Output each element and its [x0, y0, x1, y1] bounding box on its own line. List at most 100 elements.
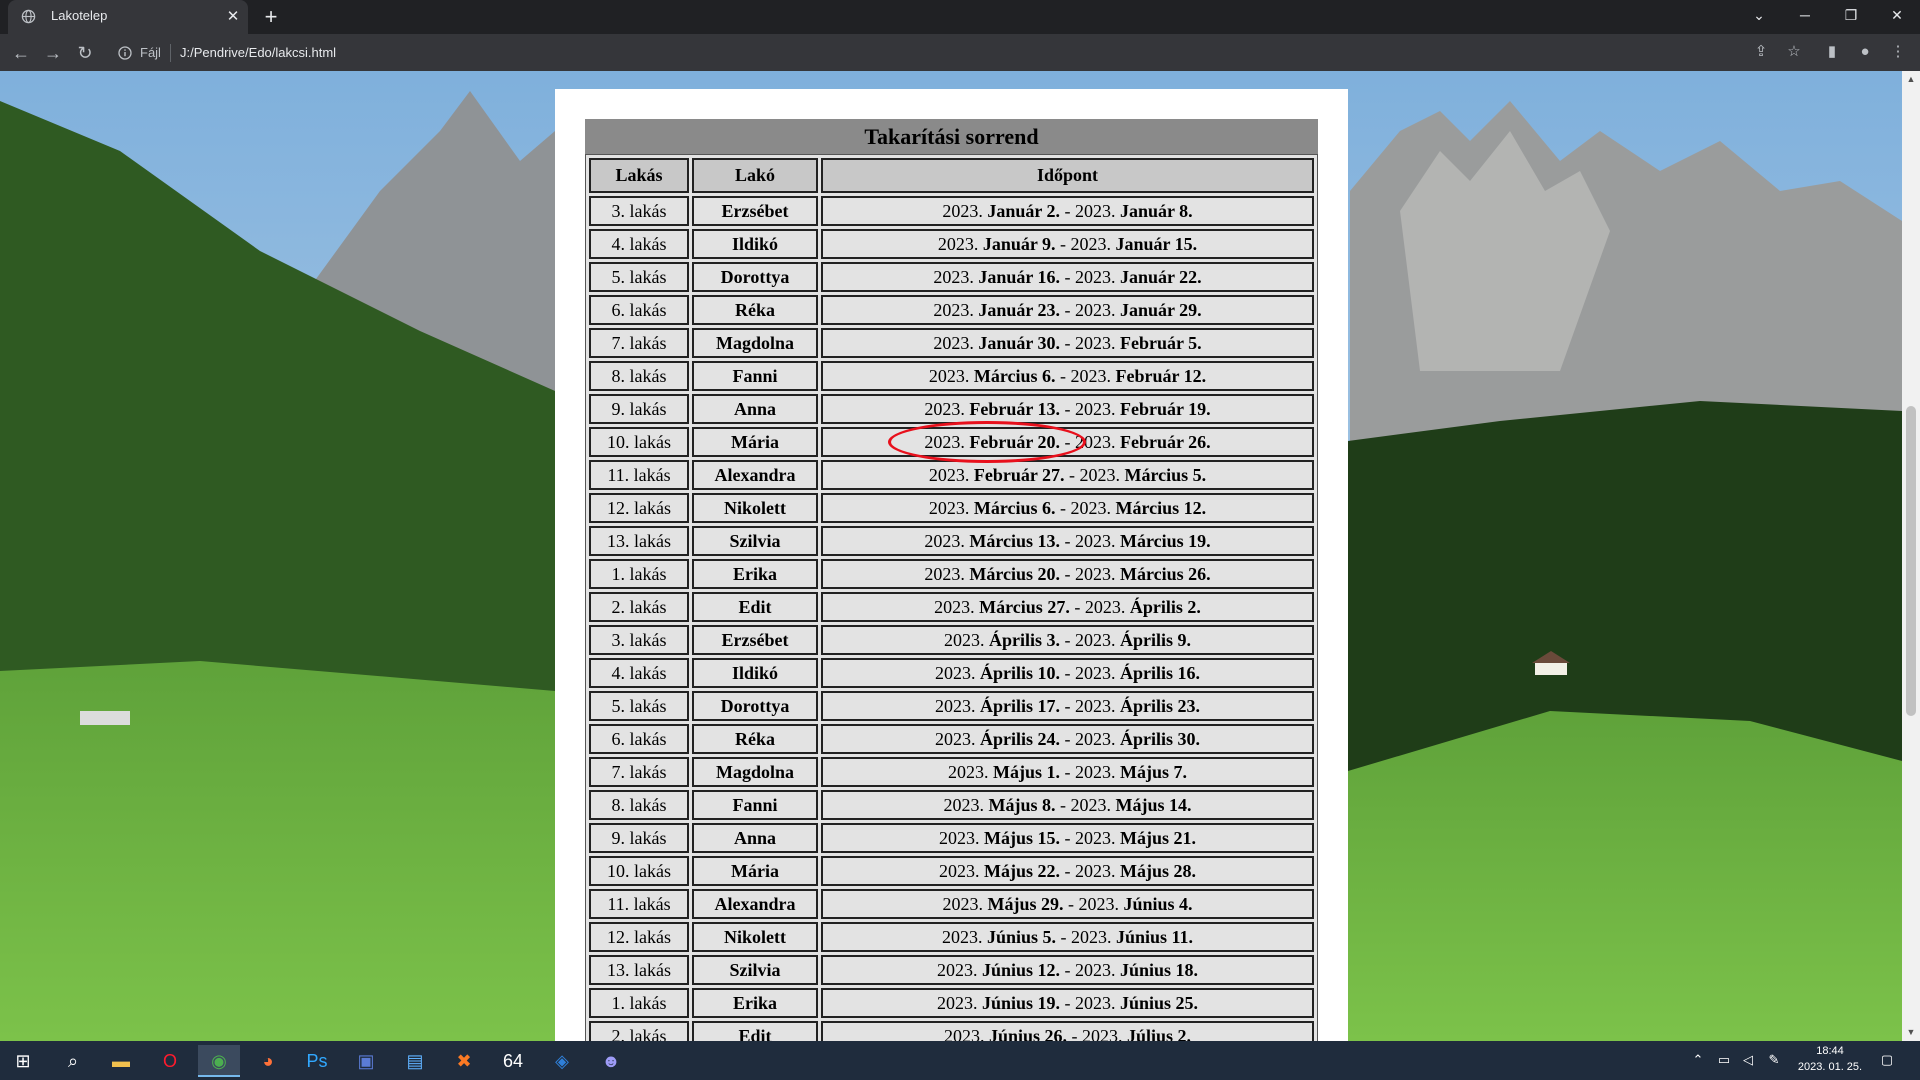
end-year: 2023.	[1075, 992, 1116, 1013]
scroll-down-arrow-icon[interactable]: ▼	[1902, 1024, 1920, 1041]
resident-cell: Mária	[692, 427, 818, 457]
tab-search-icon[interactable]: ⌄	[1736, 0, 1782, 30]
volume-icon[interactable]: ◁	[1739, 1051, 1757, 1069]
table-row: 10. lakás Mária 2023. Május 22. - 2023. Má…	[589, 856, 1314, 886]
end-date: Április 23.	[1120, 695, 1201, 716]
profile-icon[interactable]: ●	[1855, 42, 1875, 62]
resident-cell: Alexandra	[692, 889, 818, 919]
date-cell: 2023. Június 19. - 2023. Június 25.	[821, 988, 1314, 1018]
minimize-button[interactable]: ─	[1782, 0, 1828, 30]
notepad-app-icon[interactable]: ▤	[394, 1045, 436, 1077]
remote-app-icon[interactable]: ◈	[541, 1045, 583, 1077]
network-icon[interactable]: ▭	[1715, 1051, 1733, 1069]
start-year: 2023.	[933, 266, 974, 287]
photoshop-icon[interactable]: Ps	[296, 1045, 338, 1077]
close-window-button[interactable]: ✕	[1874, 0, 1920, 30]
flat-cell: 4. lakás	[589, 658, 689, 688]
file-explorer-icon[interactable]: ▬	[100, 1045, 142, 1077]
vertical-scrollbar[interactable]: ▲ ▼	[1902, 71, 1920, 1041]
resident-cell: Erzsébet	[692, 625, 818, 655]
search-button[interactable]: ⌕	[52, 1045, 94, 1077]
end-year: 2023.	[1075, 398, 1116, 419]
share-icon[interactable]: ⇪	[1751, 42, 1771, 62]
end-year: 2023.	[1082, 1025, 1123, 1042]
url-text[interactable]: J:/Pendrive/Edo/lakcsi.html	[180, 45, 336, 60]
restore-button[interactable]: ❐	[1828, 0, 1874, 30]
notifications-icon[interactable]: ▢	[1878, 1051, 1896, 1069]
flat-cell: 11. lakás	[589, 460, 689, 490]
start-year: 2023.	[933, 332, 974, 353]
resident-cell: Erzsébet	[692, 196, 818, 226]
start-date: Május 22.	[984, 860, 1060, 881]
end-date: Április 16.	[1120, 662, 1201, 683]
date-cell: 2023. Március 13. - 2023. Március 19.	[821, 526, 1314, 556]
start-button[interactable]: ⊞	[2, 1045, 44, 1077]
start-year: 2023.	[924, 398, 965, 419]
start-year: 2023.	[928, 497, 970, 518]
forward-arrow-icon[interactable]: →	[41, 41, 65, 65]
save-disk-icon[interactable]: ▣	[345, 1045, 387, 1077]
tray-chevron-icon[interactable]: ⌃	[1689, 1051, 1707, 1069]
scrollbar-thumb[interactable]	[1906, 406, 1916, 716]
end-year: 2023.	[1075, 761, 1116, 782]
back-arrow-icon[interactable]: ←	[9, 41, 33, 65]
start-date: Június 5.	[986, 926, 1056, 947]
xampp-icon[interactable]: ✖	[443, 1045, 485, 1077]
chrome-icon[interactable]: ◉	[198, 1045, 240, 1077]
end-date: Március 19.	[1120, 530, 1211, 551]
app-64-icon[interactable]: 64	[492, 1045, 534, 1077]
clock-time[interactable]: 18:44	[1808, 1045, 1852, 1057]
start-year: 2023.	[937, 233, 979, 254]
date-cell: 2023. Február 13. - 2023. Február 19.	[821, 394, 1314, 424]
date-cell: 2023. Március 20. - 2023. Március 26.	[821, 559, 1314, 589]
firefox-icon[interactable]: ◕	[247, 1045, 289, 1077]
browser-tab[interactable]: Lakotelep ✕	[8, 0, 248, 34]
end-year: 2023.	[1079, 464, 1121, 485]
start-year: 2023.	[933, 299, 974, 320]
date-cell: 2023. Április 17. - 2023. Április 23.	[821, 691, 1314, 721]
resident-cell: Fanni	[692, 790, 818, 820]
start-date: Április 24.	[979, 728, 1060, 749]
scroll-up-arrow-icon[interactable]: ▲	[1902, 71, 1920, 88]
flat-cell: 6. lakás	[589, 724, 689, 754]
start-year: 2023.	[934, 695, 976, 716]
end-year: 2023.	[1075, 827, 1116, 848]
start-date: Január 16.	[978, 266, 1060, 287]
info-icon[interactable]	[118, 46, 132, 60]
date-cell: 2023. Február 27. - 2023. Március 5.	[821, 460, 1314, 490]
opera-icon[interactable]: O	[149, 1045, 191, 1077]
start-date: Március 27.	[979, 596, 1070, 617]
reload-icon[interactable]: ↻	[73, 41, 97, 65]
start-year: 2023.	[934, 728, 976, 749]
start-year: 2023.	[948, 761, 989, 782]
resident-cell: Erika	[692, 559, 818, 589]
table-row: 1. lakás Erika 2023. Június 19. - 2023. Jú…	[589, 988, 1314, 1018]
resident-cell: Anna	[692, 823, 818, 853]
pen-icon[interactable]: ✎	[1765, 1051, 1783, 1069]
globe-icon	[21, 9, 36, 24]
table-row: 4. lakás Ildikó 2023. Április 10. - 2023. …	[589, 658, 1314, 688]
resident-cell: Edit	[692, 592, 818, 622]
side-panel-icon[interactable]: ▮	[1822, 42, 1842, 62]
clock-date[interactable]: 2023. 01. 25.	[1796, 1061, 1864, 1073]
close-tab-icon[interactable]: ✕	[222, 6, 244, 28]
start-date: Május 29.	[987, 893, 1064, 914]
column-header-flat: Lakás	[589, 158, 689, 193]
table-row: 12. lakás Nikolett 2023. Március 6. - 2023…	[589, 493, 1314, 523]
start-date: Január 2.	[987, 200, 1060, 221]
new-tab-button[interactable]: +	[258, 4, 284, 30]
bookmark-star-icon[interactable]: ☆	[1784, 42, 1804, 62]
chat-app-icon[interactable]: ☻	[590, 1045, 632, 1077]
end-date: Március 5.	[1124, 464, 1207, 485]
flat-cell: 5. lakás	[589, 262, 689, 292]
menu-dots-icon[interactable]: ⋮	[1888, 42, 1908, 62]
start-date: Június 12.	[981, 959, 1060, 980]
address-bar[interactable]: Fájl J:/Pendrive/Edo/lakcsi.html	[110, 39, 1795, 67]
start-date: Február 27.	[973, 464, 1065, 485]
date-cell: 2023. Május 1. - 2023. Május 7.	[821, 757, 1314, 787]
table-row: 8. lakás Fanni 2023. Május 8. - 2023. Máju…	[589, 790, 1314, 820]
table-title: Takarítási sorrend	[585, 119, 1318, 154]
flat-cell: 4. lakás	[589, 229, 689, 259]
end-date: Április 30.	[1120, 728, 1201, 749]
end-date: Február 5.	[1120, 332, 1202, 353]
